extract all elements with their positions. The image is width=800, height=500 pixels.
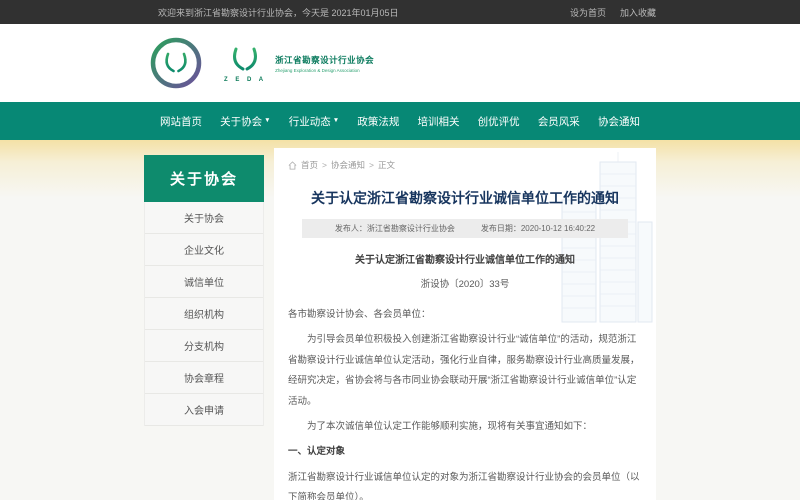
sidebar-item-culture[interactable]: 企业文化 bbox=[145, 234, 263, 266]
nav-item-notices[interactable]: 协会通知 bbox=[598, 114, 640, 129]
zeda-logo-icon bbox=[233, 43, 257, 73]
sidebar-item-about[interactable]: 关于协会 bbox=[145, 202, 263, 234]
sidebar-item-branches[interactable]: 分支机构 bbox=[145, 330, 263, 362]
home-icon bbox=[288, 160, 297, 170]
sidebar-item-integrity-units[interactable]: 诚信单位 bbox=[145, 266, 263, 298]
breadcrumb-home[interactable]: 首页 bbox=[301, 159, 318, 171]
sidebar-title: 关于协会 bbox=[144, 155, 264, 202]
chevron-down-icon: ▼ bbox=[264, 117, 271, 125]
content-area: 关于协会 关于协会 企业文化 诚信单位 组织机构 分支机构 协会章程 入会申请 bbox=[0, 140, 800, 500]
publish-date: 发布日期：2020-10-12 16:40:22 bbox=[480, 224, 596, 233]
document-title: 关于认定浙江省勘察设计行业诚信单位工作的通知 bbox=[355, 255, 575, 266]
breadcrumb-separator: > bbox=[369, 160, 374, 170]
nav-item-awards[interactable]: 创优评优 bbox=[478, 114, 520, 129]
org-name-block: 浙江省勘察设计行业协会 Zhejiang Exploration & Desig… bbox=[275, 54, 374, 73]
nav-item-industry-news[interactable]: 行业动态 ▼ bbox=[289, 114, 339, 129]
nav-item-training[interactable]: 培训相关 bbox=[418, 114, 460, 129]
zeda-logo[interactable]: Z E D A bbox=[224, 43, 266, 83]
breadcrumb-notices[interactable]: 协会通知 bbox=[331, 159, 365, 171]
nav-item-members[interactable]: 会员风采 bbox=[538, 114, 580, 129]
nav-item-home[interactable]: 网站首页 bbox=[160, 114, 202, 129]
sidebar-item-organization[interactable]: 组织机构 bbox=[145, 298, 263, 330]
breadcrumb-separator: > bbox=[322, 160, 327, 170]
article-body: 关于认定浙江省勘察设计行业诚信单位工作的通知 浙设协〔2020〕33号 各市勘察… bbox=[288, 250, 642, 500]
add-favorite-link[interactable]: 加入收藏 bbox=[620, 6, 656, 19]
paragraph: 各市勘察设计协会、各会员单位： bbox=[288, 308, 431, 320]
sidebar-item-charter[interactable]: 协会章程 bbox=[145, 362, 263, 394]
sidebar: 关于协会 关于协会 企业文化 诚信单位 组织机构 分支机构 协会章程 入会申请 bbox=[144, 155, 264, 500]
zeda-acronym: Z E D A bbox=[224, 77, 267, 83]
org-name-cn: 浙江省勘察设计行业协会 bbox=[275, 54, 375, 65]
top-bar: 欢迎来到浙江省勘察设计行业协会，今天是 2021年01月05日 设为首页 加入收… bbox=[0, 0, 800, 24]
publisher: 发布人：浙江省勘察设计行业协会 bbox=[334, 224, 455, 233]
breadcrumb: 首页 > 协会通知 > 正文 bbox=[288, 154, 642, 171]
site-header: Z E D A 浙江省勘察设计行业协会 Zhejiang Exploration… bbox=[0, 24, 800, 102]
document-number: 浙设协〔2020〕33号 bbox=[420, 278, 510, 290]
paragraph: 浙江省勘察设计行业诚信单位认定的对象为浙江省勘察设计行业协会的会员单位（以下简称… bbox=[288, 471, 640, 500]
paragraph: 为了本次诚信单位认定工作能够顺利实施，现将有关事宜通知如下： bbox=[307, 421, 593, 433]
main-nav: 网站首页 关于协会 ▼ 行业动态 ▼ 政策法规 培训相关 创优评优 会员风采 协会通… bbox=[0, 102, 800, 140]
set-homepage-link[interactable]: 设为首页 bbox=[570, 6, 606, 19]
article-meta-bar: 发布人：浙江省勘察设计行业协会 发布日期：2020-10-12 16:40:22 bbox=[302, 219, 628, 238]
article-panel: 首页 > 协会通知 > 正文 关于认定浙江省勘察设计行业诚信单位工作的通知 发布… bbox=[274, 148, 656, 500]
page-title: 关于认定浙江省勘察设计行业诚信单位工作的通知 bbox=[311, 190, 619, 206]
association-emblem-logo[interactable] bbox=[150, 37, 202, 89]
section-heading: 一、认定对象 bbox=[288, 446, 346, 458]
welcome-text: 欢迎来到浙江省勘察设计行业协会，今天是 2021年01月05日 bbox=[158, 7, 399, 18]
breadcrumb-current: 正文 bbox=[377, 160, 395, 170]
paragraph: 为引导会员单位积极投入创建浙江省勘察设计行业“诚信单位”的活动，规范浙江省勘察设… bbox=[288, 334, 640, 407]
org-name-en: Zhejiang Exploration & Design Associatio… bbox=[275, 67, 360, 73]
nav-item-policies[interactable]: 政策法规 bbox=[357, 114, 399, 129]
nav-item-about[interactable]: 关于协会 ▼ bbox=[220, 114, 270, 129]
sidebar-item-membership[interactable]: 入会申请 bbox=[145, 394, 263, 426]
chevron-down-icon: ▼ bbox=[332, 117, 340, 125]
